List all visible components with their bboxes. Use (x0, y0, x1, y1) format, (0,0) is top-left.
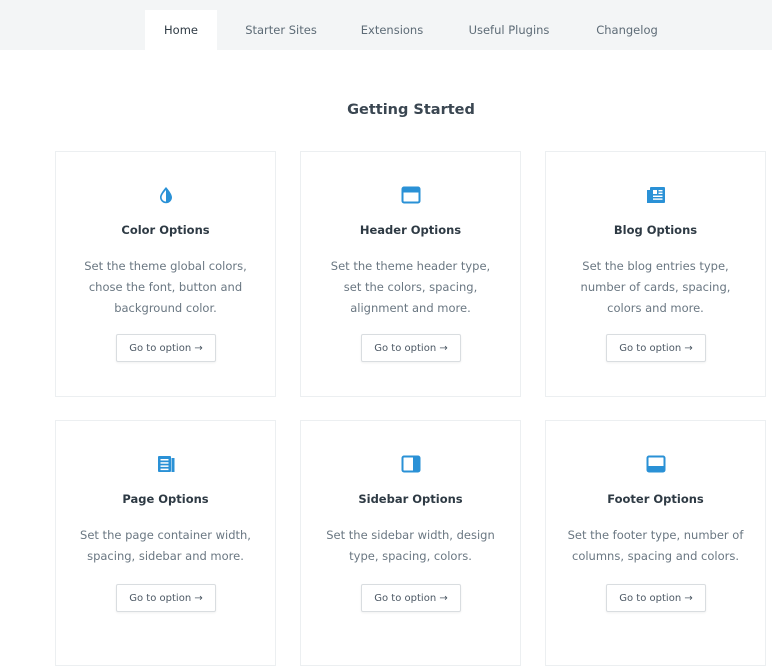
card-footer-options: Footer Options Set the footer type, numb… (545, 420, 766, 666)
card-description: Set the blog entries type, number of car… (580, 259, 731, 315)
go-to-option-button[interactable]: Go to option → (361, 584, 461, 612)
section-title: Getting Started (347, 102, 475, 118)
tab-changelog[interactable]: Changelog (580, 10, 674, 50)
blog-newspaper-icon (546, 183, 765, 207)
card-page-options: Page Options Set the page container widt… (55, 420, 276, 666)
go-to-option-button[interactable]: Go to option → (116, 334, 216, 362)
go-to-option-button[interactable]: Go to option → (116, 584, 216, 612)
card-title: Blog Options (613, 223, 698, 237)
card-title: Page Options (122, 492, 209, 506)
tab-home[interactable]: Home (145, 10, 217, 50)
card-description: Set the footer type, number of columns, … (567, 528, 744, 563)
header-layout-icon (301, 183, 520, 207)
card-blog-options: Blog Options Set the blog entries type, … (545, 151, 766, 397)
card-description: Set the theme header type, set the color… (330, 259, 491, 315)
card-sidebar-options: Sidebar Options Set the sidebar width, d… (300, 420, 521, 666)
footer-layout-icon (546, 452, 765, 476)
card-description: Set the page container width, spacing, s… (80, 528, 251, 563)
card-title: Footer Options (607, 492, 704, 506)
tab-extensions[interactable]: Extensions (347, 10, 437, 50)
contrast-drop-icon (56, 183, 275, 207)
go-to-option-button[interactable]: Go to option → (606, 584, 706, 612)
card-description: Set the theme global colors, chose the f… (84, 259, 247, 315)
page-document-icon (56, 452, 275, 476)
card-title: Sidebar Options (358, 492, 463, 506)
go-to-option-button[interactable]: Go to option → (361, 334, 461, 362)
card-color-options: Color Options Set the theme global color… (55, 151, 276, 397)
tab-starter-sites[interactable]: Starter Sites (232, 10, 330, 50)
top-navigation: Home Starter Sites Extensions Useful Plu… (0, 0, 772, 50)
tab-useful-plugins[interactable]: Useful Plugins (459, 10, 559, 50)
card-title: Color Options (121, 223, 210, 237)
sidebar-layout-icon (301, 452, 520, 476)
card-header-options: Header Options Set the theme header type… (300, 151, 521, 397)
card-description: Set the sidebar width, design type, spac… (326, 528, 495, 563)
card-title: Header Options (359, 223, 462, 237)
go-to-option-button[interactable]: Go to option → (606, 334, 706, 362)
